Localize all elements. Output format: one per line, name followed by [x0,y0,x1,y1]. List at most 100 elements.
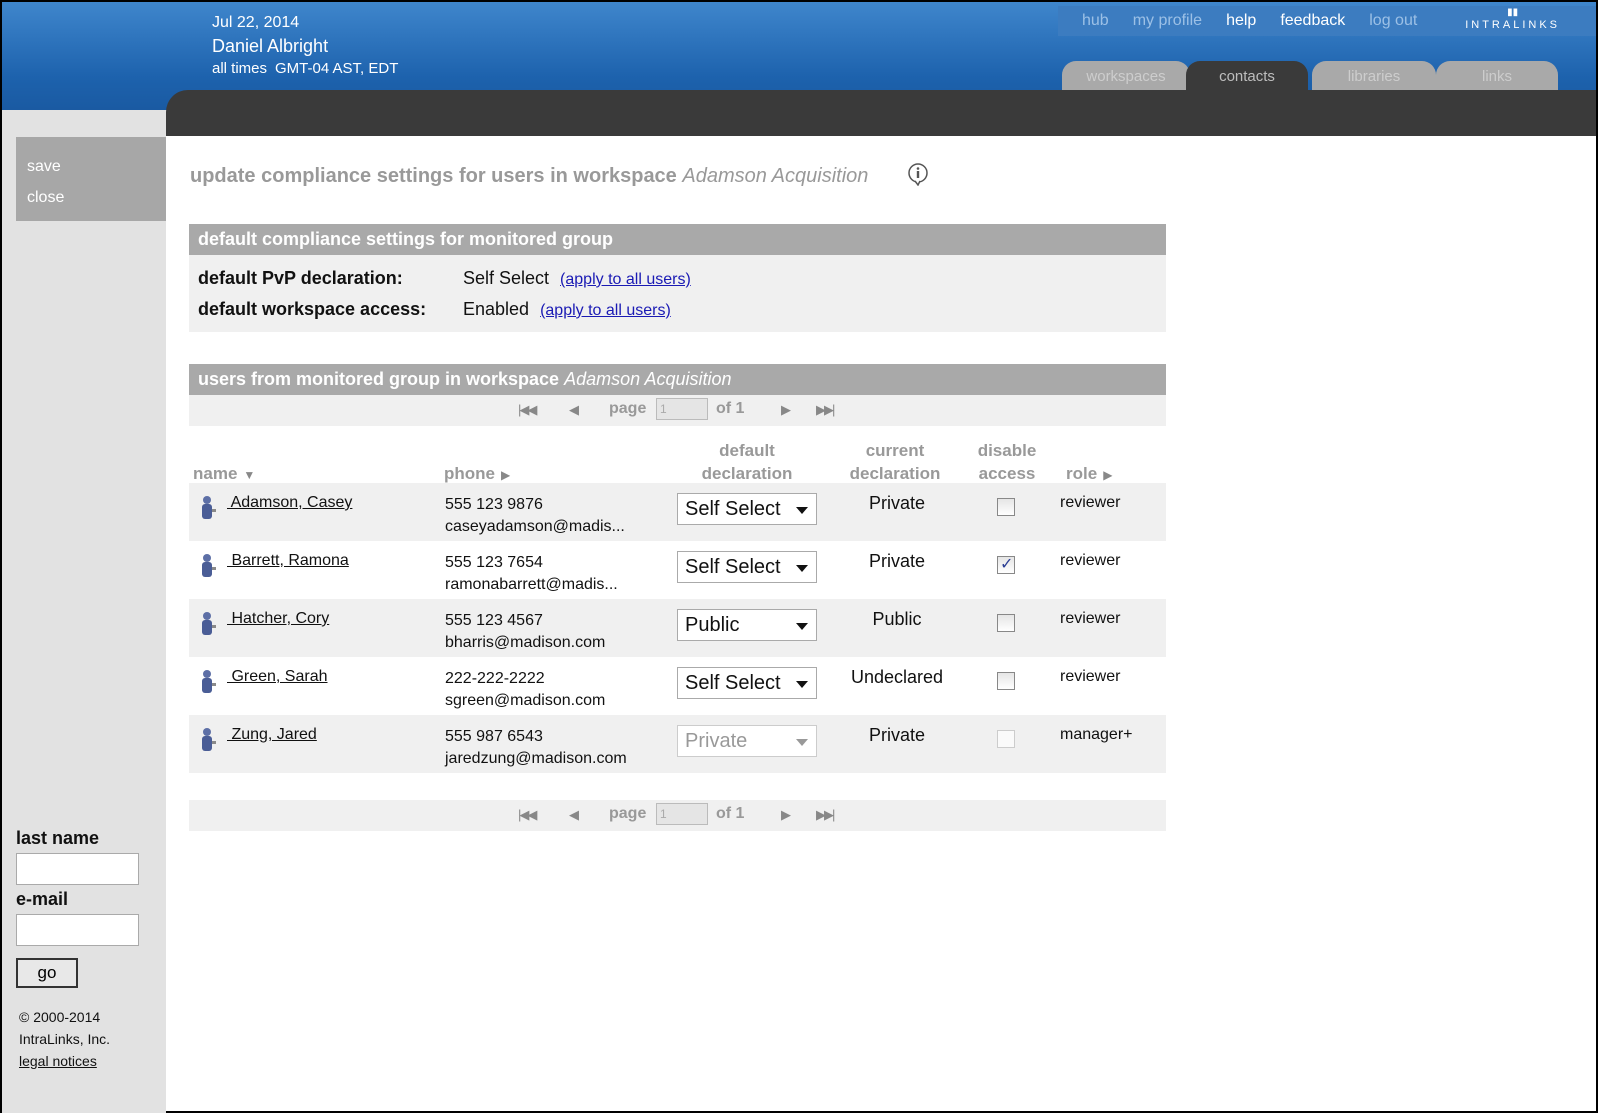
user-contact: 555 987 6543 jaredzung@madison.com [445,726,627,770]
page-total: of 1 [716,400,745,417]
email-label: e-mail [16,889,69,909]
user-icon [202,728,216,751]
disable-access-checkbox[interactable] [997,498,1015,516]
timezone: all times GMT-04 AST, EDT [212,58,406,80]
user-email: sgreen@madison.com [445,692,606,709]
page-title-workspace: Adamson Acquisition [682,165,869,187]
go-button[interactable]: go [16,958,78,988]
page-title-text: update compliance settings for users in … [190,165,677,187]
select-value: Self Select [685,498,781,520]
page-input[interactable] [656,803,708,825]
default-declaration-select: Private [677,725,817,757]
user-email: bharris@madison.com [445,634,606,651]
user-role: reviewer [1060,610,1121,627]
last-page-icon[interactable]: ▶▶| [816,807,835,823]
select-value: Self Select [685,672,781,694]
col-disable-access: disable access [962,439,1052,485]
action-menu: save close [16,137,166,221]
left-rail: save close last name e-mail go © 2000-20… [2,110,166,1113]
page-total: of 1 [716,805,745,822]
user-role: reviewer [1060,552,1121,569]
col-disable-line1: disable [977,441,1037,460]
next-page-icon[interactable]: ▶ [781,402,791,418]
user-name-link[interactable]: Green, Sarah [227,668,327,686]
disable-access-checkbox[interactable] [997,614,1015,632]
user-name-link[interactable]: Hatcher, Cory [227,610,329,628]
default-access-value: Enabled [463,299,530,319]
user-name-link[interactable]: Zung, Jared [227,726,316,744]
users-panel-title: users from monitored group in workspace [198,369,560,389]
default-pvp-label: default PvP declaration: [198,268,403,288]
disable-access-checkbox[interactable] [997,554,1015,574]
user-role: reviewer [1060,668,1121,685]
next-page-icon[interactable]: ▶ [781,807,791,823]
pager-top: |◀◀ ◀ page of 1 ▶ ▶▶| [189,395,1166,426]
tab-libraries[interactable]: libraries [1312,61,1436,91]
apply-pvp-link[interactable]: (apply to all users) [560,271,691,288]
last-page-icon[interactable]: ▶▶| [816,402,835,418]
last-name-input[interactable] [16,853,139,885]
prev-page-icon[interactable]: ◀ [569,807,579,823]
user-icon [202,670,216,693]
default-declaration-select[interactable]: Self Select [677,551,817,583]
col-disable-line2: access [978,464,1036,483]
link-log-out[interactable]: log out [1369,12,1417,30]
default-declaration-select[interactable]: Self Select [677,667,817,699]
table-row: Hatcher, Cory 555 123 4567 bharris@madiso… [189,599,1166,657]
legal-notices-link[interactable]: legal notices [19,1053,97,1069]
col-current-declaration: current declaration [830,439,960,485]
link-hub[interactable]: hub [1082,12,1109,30]
prev-page-icon[interactable]: ◀ [569,402,579,418]
disable-access-checkbox [997,730,1015,748]
default-declaration-select[interactable]: Public [677,609,817,641]
user-contact: 222-222-2222 sgreen@madison.com [445,668,605,712]
user-role: reviewer [1060,494,1121,511]
user-icon [202,612,216,635]
page-label: page [609,805,647,822]
select-value: Private [685,730,748,752]
chevron-down-icon [796,623,808,630]
tab-links[interactable]: links [1436,61,1558,91]
first-page-icon[interactable]: |◀◀ [518,402,537,418]
current-declaration: Undeclared [850,667,944,687]
col-default-declaration: default declaration [682,439,812,485]
user-name-link[interactable]: Barrett, Ramona [227,552,348,570]
timezone-label: all times [212,60,268,77]
defaults-panel: default PvP declaration: Self Select (appl… [189,255,1166,332]
sort-down-icon: ▼ [243,468,256,482]
tab-workspaces[interactable]: workspaces [1062,61,1190,91]
chevron-down-icon [796,681,808,688]
save-button[interactable]: save [16,151,166,182]
default-declaration-select[interactable]: Self Select [677,493,817,525]
default-access-setting: default workspace access: Enabled (apply t… [198,299,671,320]
user-contact: 555 123 4567 bharris@madison.com [445,610,605,654]
close-button[interactable]: close [16,182,166,213]
user-phone: 555 123 9876 [445,496,543,513]
col-current-line1: current [865,441,925,460]
current-declaration: Private [868,493,926,513]
tab-contacts[interactable]: contacts [1186,61,1308,91]
chevron-down-icon [796,739,808,746]
first-page-icon[interactable]: |◀◀ [518,807,537,823]
users-panel-workspace: Adamson Acquisition [564,369,732,389]
user-phone: 555 123 4567 [445,612,543,629]
table-row: Adamson, Casey 555 123 9876 caseyadamson@… [189,483,1166,541]
col-name-label: name [193,464,238,483]
link-feedback[interactable]: feedback [1280,12,1345,30]
page-label: page [609,400,647,417]
user-email: caseyadamson@madis... [445,518,625,535]
disable-access-checkbox[interactable] [997,672,1015,690]
logo-text: INTRALINKS [1465,19,1560,31]
page-input[interactable] [656,398,708,420]
user-name-link[interactable]: Adamson, Casey [227,494,353,512]
email-input[interactable] [16,914,139,946]
apply-access-link[interactable]: (apply to all users) [540,302,671,319]
link-my-profile[interactable]: my profile [1133,12,1202,30]
current-declaration: Public [872,609,922,629]
copyright-block: © 2000-2014 IntraLinks, Inc. legal notic… [19,1006,110,1072]
col-default-line2: declaration [701,464,793,483]
info-icon[interactable] [906,162,930,186]
last-name-label: last name [16,828,100,848]
user-role: manager+ [1060,726,1133,743]
link-help[interactable]: help [1226,12,1256,30]
